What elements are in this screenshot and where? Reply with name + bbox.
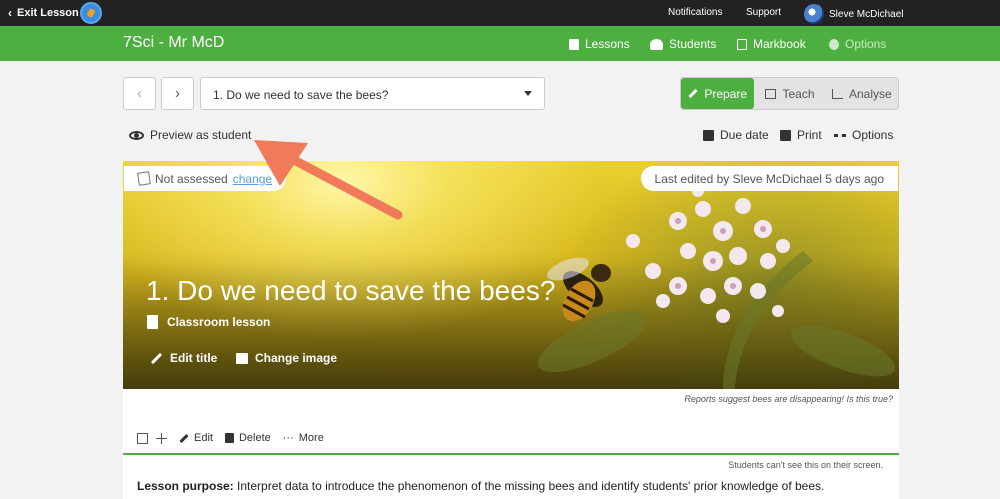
dots-icon: [834, 133, 846, 137]
lesson-purpose: Lesson purpose: Interpret data to introd…: [137, 479, 824, 493]
edit-title-button[interactable]: Edit title: [150, 351, 217, 365]
chart-icon: [831, 88, 843, 99]
change-image-label: Change image: [255, 351, 338, 365]
no-grade-icon: [137, 171, 151, 186]
pencil-icon: [179, 433, 189, 443]
presentation-icon: [765, 88, 777, 99]
gear-icon: [829, 38, 839, 50]
print-label: Print: [797, 128, 822, 142]
lesson-select[interactable]: 1. Do we need to save the bees?: [200, 77, 545, 110]
document-icon: [569, 38, 579, 50]
due-date-label: Due date: [720, 128, 769, 142]
nav-students-label: Students: [669, 37, 717, 51]
class-bar: 7Sci - Mr McD Lessons Students Markbook …: [0, 26, 1000, 61]
chevron-right-icon: ›: [175, 85, 180, 102]
nav-lessons[interactable]: Lessons: [569, 37, 630, 51]
class-title[interactable]: 7Sci - Mr McD: [123, 34, 224, 52]
nav-options-label: Options: [845, 37, 887, 51]
edit-block-label: Edit: [194, 432, 213, 444]
user-menu[interactable]: Sleve McDichael: [804, 3, 903, 24]
due-date-button[interactable]: Due date: [703, 128, 769, 142]
preview-label: Preview as student: [150, 128, 252, 142]
mode-teach-button[interactable]: Teach: [754, 78, 825, 109]
last-edited-badge: Last edited by Sleve McDichael 5 days ag…: [640, 166, 898, 191]
document-icon: [147, 315, 158, 329]
image-icon: [236, 352, 248, 364]
nav-markbook[interactable]: Markbook: [737, 37, 806, 51]
select-block-checkbox[interactable]: [137, 432, 148, 444]
chevron-left-icon: ‹: [8, 6, 12, 20]
trash-icon: [224, 433, 234, 443]
eye-icon: [129, 130, 144, 140]
lesson-purpose-text: Interpret data to introduce the phenomen…: [233, 479, 825, 493]
nav-lessons-label: Lessons: [585, 37, 630, 51]
assessment-status: Not assessed: [155, 171, 228, 186]
teacher-note-divider: [123, 453, 899, 455]
more-block-label: More: [298, 432, 324, 444]
mode-analyse-button[interactable]: Analyse: [826, 78, 898, 109]
support-link[interactable]: Support: [746, 7, 781, 18]
nav-students[interactable]: Students: [650, 37, 716, 51]
globe-avatar-icon: [804, 4, 824, 24]
delete-block-label: Delete: [238, 432, 271, 444]
user-name: Sleve McDichael: [829, 8, 904, 20]
lesson-select-value: 1. Do we need to save the bees?: [213, 88, 389, 102]
options-button[interactable]: Options: [834, 128, 893, 142]
mode-prepare-button[interactable]: Prepare: [681, 78, 755, 109]
options-label: Options: [852, 128, 894, 142]
student-visibility-notice: Students can't see this on their screen.: [728, 460, 883, 470]
mode-switcher: Prepare Teach Analyse: [680, 77, 899, 110]
edit-title-label: Edit title: [170, 351, 218, 365]
dots-icon: ···: [282, 432, 294, 444]
mode-analyse-label: Analyse: [848, 86, 892, 101]
lesson-type: Classroom lesson: [147, 315, 270, 329]
next-lesson-button[interactable]: ›: [161, 77, 194, 110]
edit-block-button[interactable]: Edit: [179, 432, 213, 444]
block-toolbar: Edit Delete ··· More: [137, 432, 324, 444]
people-icon: [650, 38, 663, 50]
printer-icon: [780, 129, 791, 141]
nav-markbook-label: Markbook: [753, 37, 806, 51]
preview-as-student-button[interactable]: Preview as student: [129, 128, 251, 142]
change-image-button[interactable]: Change image: [236, 351, 337, 365]
change-assessment-link[interactable]: change: [233, 172, 272, 186]
calendar-icon: [703, 129, 714, 141]
lesson-purpose-label: Lesson purpose:: [137, 479, 234, 493]
caret-down-icon: [524, 91, 532, 96]
pencil-icon: [688, 88, 698, 99]
lesson-title: 1. Do we need to save the bees?: [146, 275, 556, 306]
lesson-content-card: Reports suggest bees are disappearing! I…: [123, 389, 899, 499]
lesson-hero-image: Not assessed change Last edited by Sleve…: [123, 161, 899, 389]
grid-icon: [737, 38, 747, 50]
app-logo-icon[interactable]: [80, 2, 102, 24]
print-button[interactable]: Print: [780, 128, 822, 142]
exit-lesson-button[interactable]: ‹ Exit Lesson: [8, 6, 79, 20]
assessment-badge: Not assessed change: [124, 166, 287, 191]
lesson-type-label: Classroom lesson: [167, 315, 271, 329]
notifications-link[interactable]: Notifications: [668, 7, 722, 18]
mode-prepare-label: Prepare: [704, 86, 748, 101]
nav-options[interactable]: Options: [829, 37, 886, 51]
previous-lesson-button[interactable]: ‹: [123, 77, 156, 110]
more-block-button[interactable]: ··· More: [283, 432, 324, 444]
image-caption: Reports suggest bees are disappearing! I…: [684, 394, 893, 404]
last-edited-text: Last edited by Sleve McDichael 5 days ag…: [654, 171, 884, 186]
move-icon[interactable]: [156, 432, 167, 444]
delete-block-button[interactable]: Delete: [224, 432, 271, 444]
pencil-icon: [150, 352, 163, 364]
top-bar: ‹ Exit Lesson Notifications Support Slev…: [0, 0, 1000, 26]
exit-lesson-label: Exit Lesson: [17, 7, 79, 19]
chevron-left-icon: ‹: [137, 85, 142, 102]
mode-teach-label: Teach: [782, 86, 815, 101]
